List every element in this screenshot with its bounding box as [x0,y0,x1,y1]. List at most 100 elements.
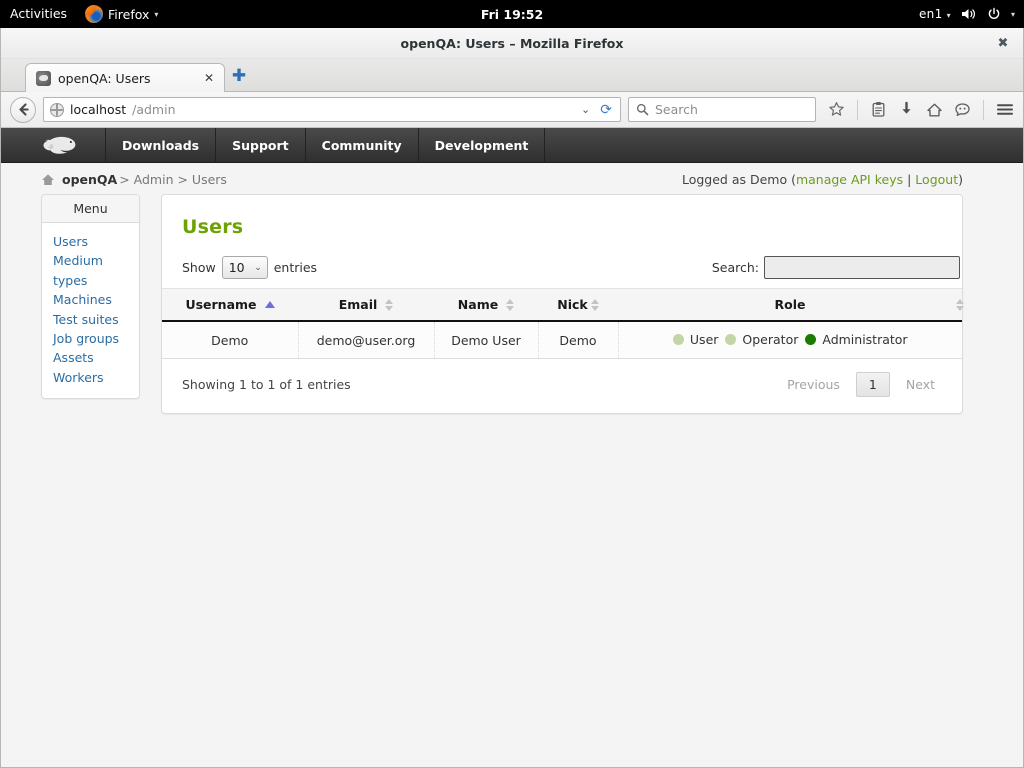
table-head: Username Email Name Nick Role [162,288,964,322]
browser-search-placeholder: Search [655,102,698,117]
column-label: Name [457,297,499,312]
home-icon[interactable] [41,173,55,186]
download-icon[interactable] [897,100,916,119]
keyboard-layout-indicator[interactable]: en1 ▾ [919,7,951,21]
entries-select-wrapper: 10 25 50 100 ⌄ [221,256,268,279]
chevron-down-icon[interactable]: ▾ [1011,10,1015,19]
table-body: Demo demo@user.org Demo User Demo User O… [162,321,962,359]
role-status-dot [672,334,684,345]
column-header-email[interactable]: Email [298,288,434,322]
filter-label: Search: [711,260,759,275]
gnome-left-group: Activities Firefox ▾ [0,0,166,28]
users-table: Username Email Name Nick Role Demo demo@… [162,288,964,359]
reader-icon[interactable] [869,100,888,119]
sidebar-item-workers[interactable]: Workers [53,368,139,387]
role-administrator[interactable]: Administrator [805,332,908,347]
home-icon[interactable] [925,100,944,119]
page-title: Users [182,216,244,238]
sync-chat-icon[interactable] [953,100,972,119]
nav-link-downloads[interactable]: Downloads [106,128,215,163]
column-header-nick[interactable]: Nick [538,288,618,322]
cell-role: User Operator Administrator [618,321,962,359]
hamburger-menu-icon[interactable] [995,100,1014,119]
cell-email: demo@user.org [298,321,435,359]
chevron-down-icon[interactable]: ⌄ [581,103,594,116]
sidebar-item-medium-types[interactable]: Medium types [53,251,139,290]
back-button[interactable] [10,96,36,123]
role-operator[interactable]: Operator [725,332,798,347]
nav-link-community[interactable]: Community [306,128,418,163]
table-info: Showing 1 to 1 of 1 entries [182,377,351,392]
sort-both-icon [590,298,599,311]
page-viewport: Downloads Support Community Development … [1,128,1023,767]
logout-link[interactable]: Logout [915,172,958,187]
globe-icon [50,102,64,117]
close-icon[interactable]: ✖ [995,35,1011,51]
firefox-app-menu[interactable]: Firefox ▾ [77,0,166,28]
window-titlebar: openQA: Users – Mozilla Firefox ✖ [1,28,1023,59]
sidebar-item-job-groups[interactable]: Job groups [53,329,139,348]
role-status-dot [805,334,817,345]
pagination-page-1[interactable]: 1 [855,372,890,397]
breadcrumb-root[interactable]: openQA [62,172,117,187]
entries-label: entries [273,260,318,275]
url-path: /admin [132,102,176,117]
column-header-name[interactable]: Name [434,288,538,322]
keyboard-layout-label: en1 [919,7,943,21]
nav-link-development[interactable]: Development [419,128,545,163]
column-label: Nick [557,297,588,312]
gnome-top-bar: Activities Firefox ▾ Fri 19:52 en1 ▾ ▾ [0,0,1024,28]
url-host: localhost [70,102,127,117]
sort-ascending-icon [264,301,275,308]
datatable-footer: Showing 1 to 1 of 1 entries Previous 1 N… [162,359,962,413]
column-label: Role [774,297,806,312]
pagination-next[interactable]: Next [894,373,947,396]
sidebar-item-users[interactable]: Users [53,232,139,251]
close-icon[interactable]: ✕ [202,71,216,85]
search-input[interactable] [764,256,960,279]
content-columns: Menu Users Medium types Machines Test su… [1,194,1023,414]
entries-select[interactable]: 10 25 50 100 [221,256,268,279]
firefox-window: openQA: Users – Mozilla Firefox ✖ openQA… [0,28,1024,768]
column-header-username[interactable]: Username [162,288,298,322]
geeko-logo-icon[interactable] [41,132,91,158]
gnome-status-area: en1 ▾ ▾ [919,0,1024,28]
cell-name: Demo User [434,321,539,359]
sidebar-item-test-suites[interactable]: Test suites [53,310,139,329]
site-navbar: Downloads Support Community Development [1,128,1023,163]
reload-icon[interactable]: ⟳ [600,102,614,118]
firefox-logo-icon [85,5,104,23]
nav-link-support[interactable]: Support [216,128,305,163]
manage-api-keys-link[interactable]: manage API keys [796,172,903,187]
toolbar-divider [857,99,858,120]
power-icon[interactable] [987,7,1001,21]
pagination-previous[interactable]: Previous [775,373,852,396]
login-separator: | [903,172,916,187]
role-badges: User Operator Administrator [672,332,908,347]
column-label: Email [338,297,378,312]
table-row[interactable]: Demo demo@user.org Demo User Demo User O… [162,321,962,359]
new-tab-button[interactable]: ✚ [225,62,253,91]
star-icon[interactable] [827,100,846,119]
address-bar[interactable]: localhost/admin ⌄ ⟳ [43,97,621,122]
sort-both-icon [385,298,394,311]
role-user[interactable]: User [672,332,718,347]
sidebar-item-assets[interactable]: Assets [53,348,139,367]
tab-label: openQA: Users [58,70,151,86]
sidebar-heading: Menu [42,195,139,223]
entries-length-control: Show 10 25 50 100 ⌄ entries [182,256,317,279]
sidebar-menu-panel: Menu Users Medium types Machines Test su… [41,194,140,400]
navigation-toolbar: localhost/admin ⌄ ⟳ Search [1,92,1023,128]
tab-openqa-users[interactable]: openQA: Users ✕ [25,63,225,92]
sort-both-icon [506,298,515,311]
column-header-role[interactable]: Role [618,288,964,322]
sidebar-item-machines[interactable]: Machines [53,290,139,309]
activities-button[interactable]: Activities [0,0,77,28]
firefox-app-name: Firefox [108,6,150,22]
pagination: Previous 1 Next [775,372,947,397]
nav-divider [544,128,546,163]
browser-search-box[interactable]: Search [628,97,816,122]
speaker-icon[interactable] [961,7,977,21]
window-title: openQA: Users – Mozilla Firefox [400,35,624,51]
search-icon [636,103,649,116]
